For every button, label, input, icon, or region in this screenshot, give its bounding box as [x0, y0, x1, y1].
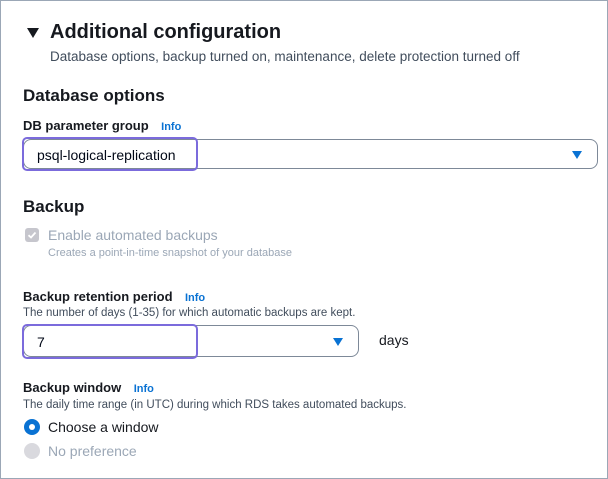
database-options-heading: Database options — [23, 86, 165, 105]
backup-window-description: The daily time range (in UTC) during whi… — [23, 399, 407, 411]
backup-window-label-row: Backup window Info — [23, 379, 154, 397]
selection-highlight — [22, 137, 198, 171]
backup-retention-label-row: Backup retention period Info — [23, 288, 205, 306]
info-link[interactable]: Info — [185, 292, 205, 304]
info-link[interactable]: Info — [161, 121, 181, 133]
backup-window-label: Backup window — [23, 380, 122, 395]
enable-automated-backups-checkbox[interactable] — [25, 228, 39, 242]
no-preference-radio[interactable] — [24, 443, 40, 459]
caret-down-icon[interactable] — [27, 28, 39, 38]
checkmark-icon — [27, 231, 37, 239]
backup-retention-description: The number of days (1-35) for which auto… — [23, 307, 356, 319]
db-parameter-group-label: DB parameter group — [23, 118, 149, 133]
choose-window-radio[interactable] — [24, 419, 40, 435]
section-description: Database options, backup turned on, main… — [50, 49, 520, 64]
backup-retention-label: Backup retention period — [23, 289, 173, 304]
enable-automated-backups-description: Creates a point-in-time snapshot of your… — [48, 247, 292, 259]
backup-heading: Backup — [23, 197, 85, 216]
enable-automated-backups-label: Enable automated backups — [48, 227, 218, 243]
selection-highlight — [22, 324, 198, 359]
retention-unit: days — [379, 332, 409, 348]
config-panel: Additional configuration Database option… — [0, 0, 608, 479]
info-link[interactable]: Info — [134, 383, 154, 395]
db-parameter-group-label-row: DB parameter group Info — [23, 117, 181, 135]
caret-down-icon — [572, 151, 582, 159]
choose-window-label[interactable]: Choose a window — [48, 419, 159, 435]
section-title[interactable]: Additional configuration — [50, 21, 281, 44]
no-preference-label[interactable]: No preference — [48, 443, 137, 459]
caret-down-icon — [333, 338, 343, 346]
